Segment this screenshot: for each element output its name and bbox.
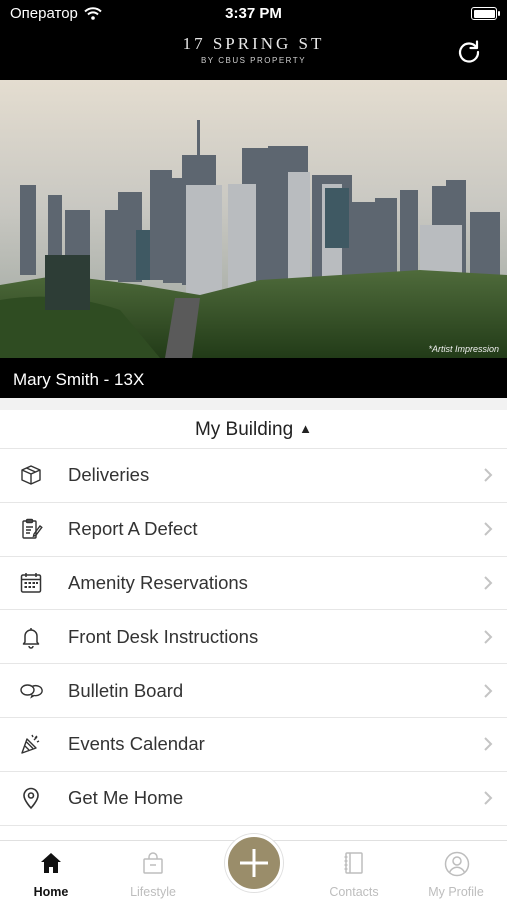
clock: 3:37 PM: [225, 5, 282, 22]
menu-item-label: Front Desk Instructions: [68, 625, 259, 647]
party-popper-icon: [19, 732, 43, 756]
chevron-right-icon: [484, 522, 493, 536]
home-icon: [41, 853, 61, 873]
building-hero-image: *Artist Impression: [0, 80, 507, 358]
city-skyline-illustration: [0, 80, 507, 358]
tab-label: Lifestyle: [130, 885, 176, 899]
location-pin-icon: [19, 786, 43, 810]
logo-subtitle: BY CBUS PROPERTY: [200, 56, 307, 65]
building-logo: 17 SPRING ST BY CBUS PROPERTY: [0, 34, 507, 65]
chevron-right-icon: [484, 576, 493, 590]
menu-item-get-me-home[interactable]: Get Me Home: [0, 770, 507, 825]
tab-label: Home: [33, 885, 69, 899]
menu-item-label: Amenity Reservations: [68, 571, 248, 593]
tab-my-profile[interactable]: My Profile: [411, 841, 501, 901]
chevron-right-icon: [484, 683, 493, 698]
package-icon: [19, 463, 43, 487]
divider: [0, 398, 507, 410]
resident-unit-label: Mary Smith - 13X: [0, 358, 507, 398]
tab-label: My Profile: [428, 885, 484, 899]
tab-home[interactable]: Home: [6, 841, 96, 901]
add-button[interactable]: [225, 834, 283, 892]
chevron-right-icon: [484, 630, 493, 644]
notebook-icon: [344, 852, 363, 874]
menu-item-label: Deliveries: [68, 464, 150, 486]
image-caption: *Artist Impression: [428, 344, 499, 354]
tab-label: Contacts: [329, 885, 379, 899]
caret-up-icon: ▲: [299, 421, 313, 436]
my-building-section-toggle[interactable]: My Building ▲: [0, 410, 507, 448]
menu-item-label: Bulletin Board: [68, 679, 184, 701]
menu-item-report-defect[interactable]: Report A Defect: [0, 501, 507, 556]
menu-item-label: Report A Defect: [68, 518, 198, 540]
clipboard-pencil-icon: [19, 517, 43, 541]
calendar-icon: [19, 571, 43, 595]
menu-item-label: Events Calendar: [68, 733, 205, 755]
menu-item-bulletin-board[interactable]: Bulletin Board: [0, 663, 507, 717]
chevron-right-icon: [484, 737, 493, 752]
refresh-icon[interactable]: [455, 38, 483, 66]
menu-item-events-calendar[interactable]: Events Calendar: [0, 716, 507, 771]
section-title: My Building: [194, 419, 294, 440]
app-header: 17 SPRING ST BY CBUS PROPERTY: [0, 28, 507, 80]
bell-icon: [19, 625, 43, 649]
user-circle-icon: [444, 851, 470, 877]
battery-icon: [471, 7, 500, 20]
logo-title: 17 SPRING ST: [182, 34, 325, 53]
chevron-right-icon: [484, 468, 493, 483]
menu-item-label: Get Me Home: [68, 787, 184, 809]
chevron-right-icon: [484, 791, 493, 805]
status-bar: Оператор 3:37 PM: [0, 0, 507, 28]
menu-item-front-desk-instructions[interactable]: Front Desk Instructions: [0, 609, 507, 663]
building-menu: Deliveries Report A Defect Amenity Reser…: [0, 448, 507, 841]
tab-lifestyle[interactable]: Lifestyle: [108, 841, 198, 901]
chat-bubbles-icon: [19, 679, 43, 703]
menu-item-amenity-reservations[interactable]: Amenity Reservations: [0, 555, 507, 610]
shopping-bag-icon: [143, 852, 163, 874]
tab-contacts[interactable]: Contacts: [309, 841, 399, 901]
menu-item-deliveries[interactable]: Deliveries: [0, 448, 507, 502]
